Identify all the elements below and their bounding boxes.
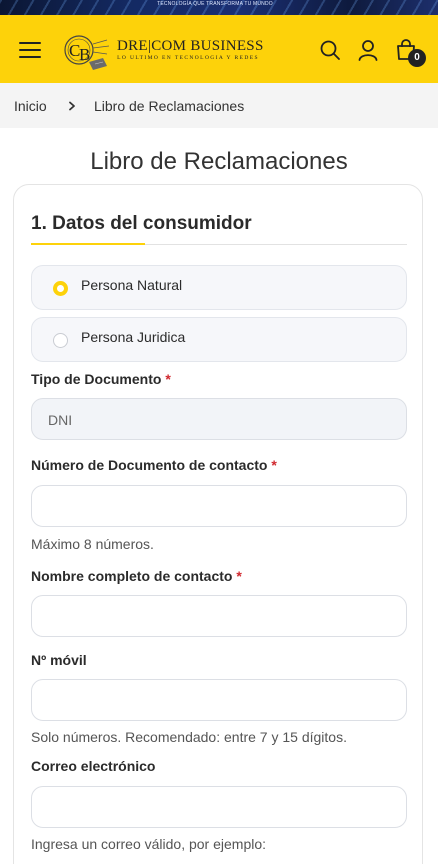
- promo-banner[interactable]: TECNOLOGÍA QUE TRANSFORMA TU MUNDO: [0, 0, 438, 15]
- search-icon[interactable]: [319, 39, 341, 61]
- email-label: Correo electrónico: [31, 758, 156, 774]
- promo-text: TECNOLOGÍA QUE TRANSFORMA TU MUNDO: [157, 1, 273, 7]
- required-mark: *: [271, 457, 277, 473]
- breadcrumb-home-link[interactable]: Inicio: [14, 98, 47, 114]
- breadcrumb: Inicio Libro de Reclamaciones: [0, 83, 438, 128]
- email-input[interactable]: [31, 786, 407, 828]
- section-title: 1. Datos del consumidor: [31, 213, 252, 234]
- doc-type-select[interactable]: DNI: [31, 398, 407, 440]
- required-mark: *: [236, 568, 242, 584]
- mobile-hint: Solo números. Recomendado: entre 7 y 15 …: [31, 729, 347, 745]
- radio-label: Persona Juridica: [81, 329, 186, 345]
- brand-tagline: LO ULTIMO EN TECNOLOGIA Y REDES: [117, 55, 259, 61]
- breadcrumb-current: Libro de Reclamaciones: [94, 98, 245, 114]
- required-mark: *: [165, 371, 171, 387]
- radio-checked-icon[interactable]: [53, 281, 68, 296]
- radio-label: Persona Natural: [81, 277, 183, 293]
- doc-type-label: Tipo de Documento *: [31, 371, 171, 387]
- page-title: Libro de Reclamaciones: [90, 148, 348, 175]
- radio-unchecked-icon[interactable]: [53, 333, 68, 348]
- brand-name: DRE|COM BUSINESS: [117, 38, 264, 54]
- menu-icon[interactable]: [19, 42, 41, 58]
- section-divider-accent: [31, 243, 145, 245]
- radio-option-persona-natural[interactable]: Persona Natural: [31, 265, 407, 310]
- brand-logo[interactable]: C B DRE|COM BUSINESS LO ULTIMO EN TECNOL…: [63, 32, 263, 72]
- complaint-form-card: 1. Datos del consumidor Persona Natural …: [13, 184, 423, 864]
- email-hint: Ingresa un correo válido, por ejemplo:: [31, 836, 267, 852]
- doc-number-label: Número de Documento de contacto *: [31, 457, 277, 473]
- chevron-right-icon: [69, 101, 75, 111]
- user-icon[interactable]: [357, 39, 379, 61]
- brand-logo-mark: C B: [64, 35, 110, 70]
- full-name-label: Nombre completo de contacto *: [31, 568, 242, 584]
- full-name-input[interactable]: [31, 595, 407, 637]
- radio-option-persona-juridica[interactable]: Persona Juridica: [31, 317, 407, 362]
- site-header: C B DRE|COM BUSINESS LO ULTIMO EN TECNOL…: [0, 15, 438, 83]
- doc-number-input[interactable]: [31, 485, 407, 527]
- mobile-input[interactable]: [31, 679, 407, 721]
- doc-number-hint: Máximo 8 números.: [31, 536, 154, 552]
- cart-count-badge: 0: [408, 49, 426, 67]
- mobile-label: Nº móvil: [31, 652, 87, 668]
- svg-text:B: B: [79, 45, 90, 64]
- doc-type-value: DNI: [48, 412, 73, 428]
